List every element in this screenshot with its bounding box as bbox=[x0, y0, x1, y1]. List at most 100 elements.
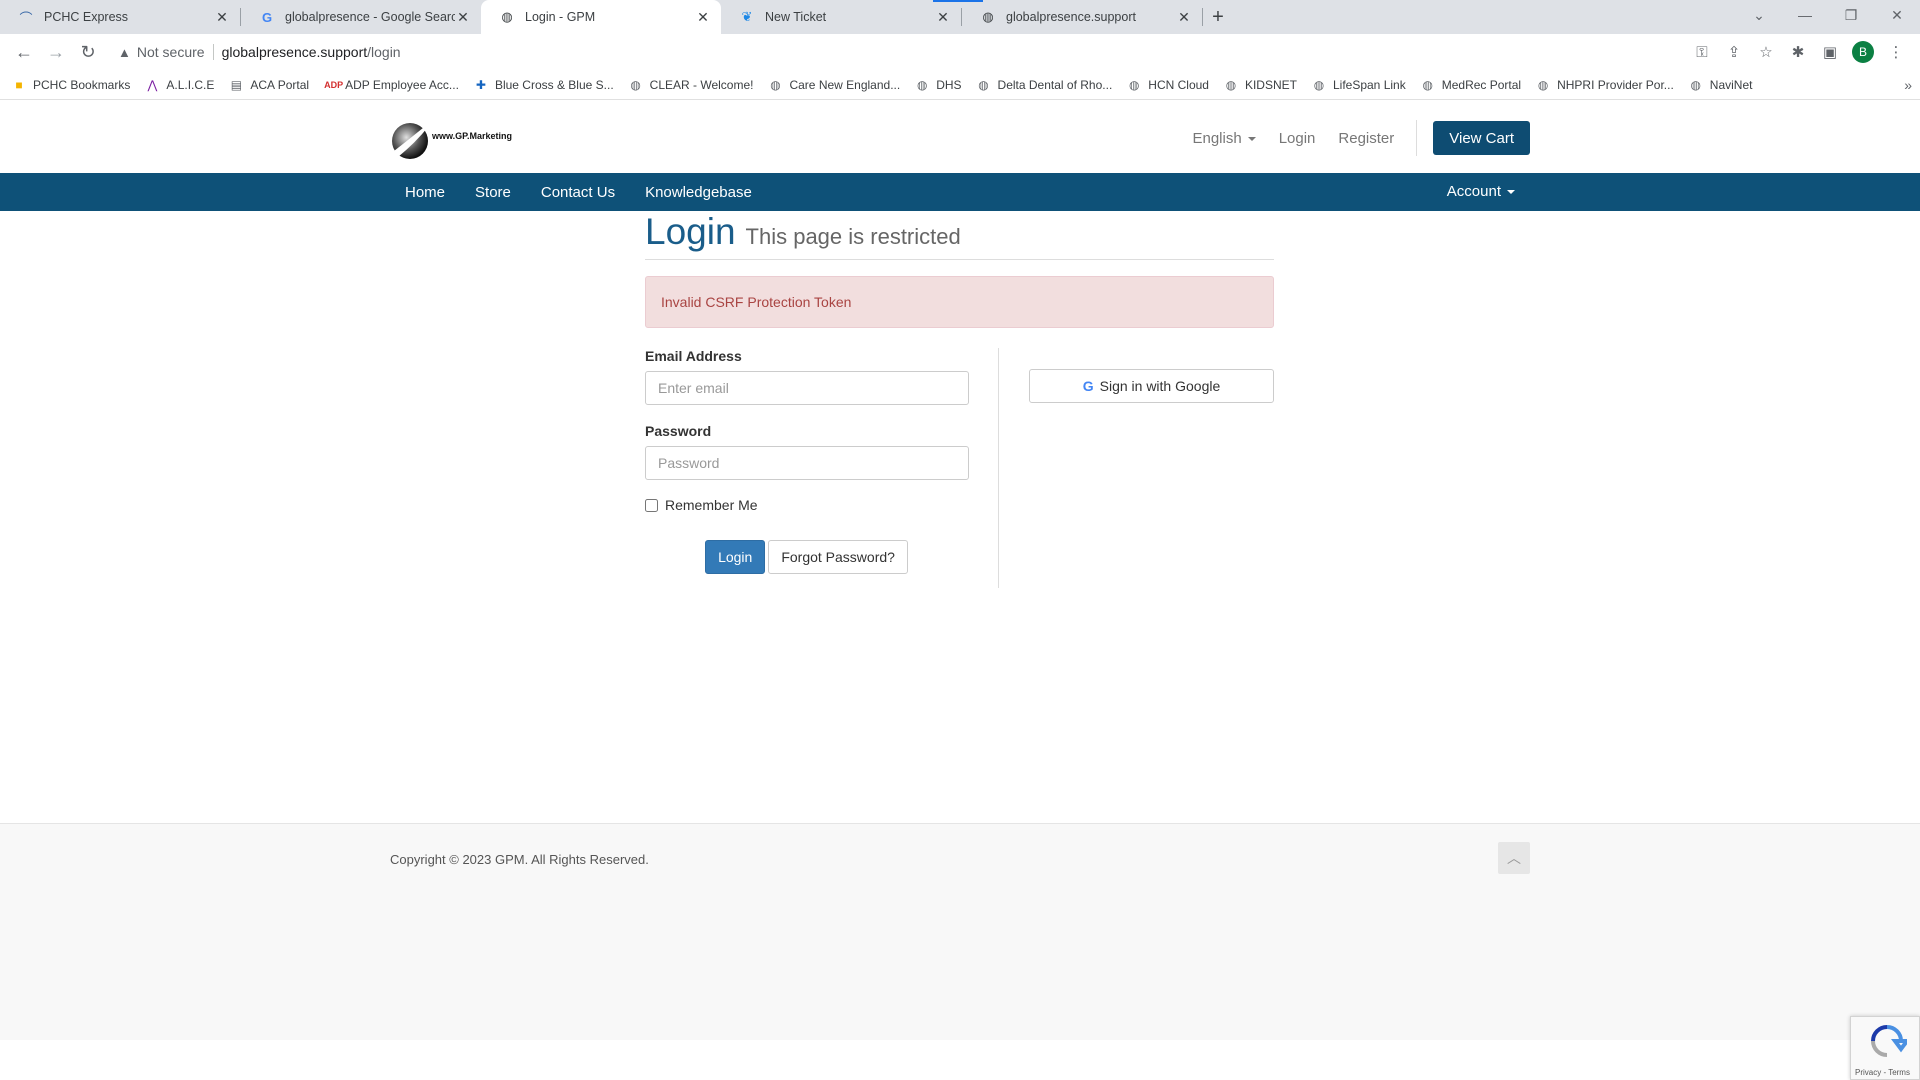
nav-knowledgebase[interactable]: Knowledgebase bbox=[645, 184, 752, 201]
share-icon[interactable]: ⇪ bbox=[1718, 36, 1750, 68]
pchc-icon: ⌒ bbox=[19, 10, 33, 26]
copyright-text: Copyright © 2023 GPM. All Rights Reserve… bbox=[390, 852, 649, 867]
bookmark-item[interactable]: ◍ HCN Cloud bbox=[1127, 78, 1209, 92]
bookmark-label: ACA Portal bbox=[250, 77, 310, 92]
bookmarks-overflow-icon[interactable]: » bbox=[1904, 77, 1912, 93]
bookmark-star-icon[interactable]: ☆ bbox=[1750, 36, 1782, 68]
bookmark-label: CLEAR - Welcome! bbox=[649, 77, 754, 92]
menu-kebab-icon[interactable]: ⋮ bbox=[1880, 36, 1912, 68]
url-host: globalpresence.support bbox=[221, 44, 368, 60]
browser-toolbar: ← → ↻ ▲ Not secure globalpresence.suppor… bbox=[0, 34, 1920, 70]
globe-icon: ◍ bbox=[501, 9, 513, 24]
close-icon[interactable]: ✕ bbox=[214, 9, 230, 25]
tab-title: Login - GPM bbox=[525, 10, 596, 24]
site-logo[interactable]: www.GP.Marketing bbox=[390, 117, 530, 161]
register-link[interactable]: Register bbox=[1338, 130, 1394, 147]
reload-icon[interactable]: ↻ bbox=[72, 36, 104, 68]
error-alert: Invalid CSRF Protection Token bbox=[645, 276, 1274, 328]
login-form-row: Email Address Password Remember Me Login… bbox=[645, 348, 1274, 588]
restore-icon[interactable]: ❐ bbox=[1828, 0, 1874, 30]
login-link[interactable]: Login bbox=[1279, 130, 1316, 147]
remember-me-checkbox[interactable] bbox=[645, 498, 658, 512]
nav-contact-us[interactable]: Contact Us bbox=[541, 184, 615, 201]
bookmark-label: A.L.I.C.E bbox=[166, 77, 215, 92]
page-icon: ▤ bbox=[230, 77, 243, 92]
page-title: Login bbox=[645, 211, 736, 252]
bookmark-item[interactable]: ◍ NHPRI Provider Por... bbox=[1536, 78, 1674, 92]
back-to-top-button[interactable]: ︿ bbox=[1498, 842, 1530, 874]
close-icon[interactable]: ✕ bbox=[935, 9, 951, 25]
view-cart-button[interactable]: View Cart bbox=[1433, 121, 1530, 155]
language-label: English bbox=[1192, 129, 1242, 147]
login-button[interactable]: Login bbox=[705, 540, 766, 574]
key-icon[interactable]: ⚿ bbox=[1686, 36, 1718, 68]
main-navigation: Home Store Contact Us Knowledgebase Acco… bbox=[0, 173, 1920, 211]
bookmark-item[interactable]: ⋀ A.L.I.C.E bbox=[145, 78, 214, 92]
language-dropdown[interactable]: English bbox=[1192, 129, 1256, 147]
profile-avatar[interactable]: B bbox=[1852, 41, 1874, 63]
alice-icon: ⋀ bbox=[147, 77, 158, 92]
bookmark-item[interactable]: ◍ Care New England... bbox=[768, 78, 900, 92]
caret-down-icon bbox=[1247, 136, 1256, 141]
globe-icon: ◍ bbox=[982, 9, 994, 24]
bookmark-item[interactable]: ◍ KIDSNET bbox=[1224, 78, 1297, 92]
extensions-icon[interactable]: ✱ bbox=[1782, 36, 1814, 68]
bookmark-label: Blue Cross & Blue S... bbox=[494, 77, 614, 92]
bookmark-label: ADP Employee Acc... bbox=[345, 77, 459, 92]
forgot-password-button[interactable]: Forgot Password? bbox=[768, 540, 908, 574]
bcbs-icon: ✚ bbox=[475, 77, 486, 92]
login-form: Email Address Password Remember Me Login… bbox=[645, 348, 999, 588]
password-field[interactable] bbox=[645, 446, 969, 480]
account-label: Account bbox=[1446, 183, 1501, 200]
tab-pchc-express[interactable]: ⌒ PCHC Express ✕ bbox=[0, 0, 240, 34]
tab-google-search[interactable]: G globalpresence - Google Search ✕ bbox=[241, 0, 481, 34]
bookmark-item[interactable]: ✚ Blue Cross & Blue S... bbox=[474, 78, 614, 92]
bookmark-item[interactable]: ADP ADP Employee Acc... bbox=[324, 78, 459, 92]
page-heading: Login This page is restricted bbox=[645, 211, 1274, 260]
bookmark-item[interactable]: ◍ MedRec Portal bbox=[1421, 78, 1521, 92]
close-icon[interactable]: ✕ bbox=[695, 9, 711, 25]
bookmark-item[interactable]: ◍ DHS bbox=[915, 77, 962, 92]
tab-search-icon[interactable]: ⌄ bbox=[1736, 0, 1782, 30]
tab-globalpresence-support[interactable]: ◍ globalpresence.support ✕ bbox=[962, 0, 1202, 34]
globe-icon: ◍ bbox=[1225, 77, 1237, 92]
bookmark-label: DHS bbox=[936, 77, 962, 92]
new-tab-button[interactable]: + bbox=[1203, 0, 1233, 34]
bookmark-item[interactable]: ◍ LifeSpan Link bbox=[1312, 78, 1406, 92]
address-bar[interactable]: ▲ Not secure globalpresence.support /log… bbox=[110, 37, 1676, 67]
bookmark-item[interactable]: ■ PCHC Bookmarks bbox=[12, 78, 130, 92]
google-sign-in-button[interactable]: G Sign in with Google bbox=[1029, 369, 1274, 403]
caret-down-icon bbox=[1507, 189, 1515, 194]
close-icon[interactable]: ✕ bbox=[1176, 9, 1192, 25]
recaptcha-links[interactable]: Privacy - Terms bbox=[1855, 1068, 1910, 1077]
tab-title: globalpresence - Google Search bbox=[285, 10, 455, 24]
forward-arrow-icon[interactable]: → bbox=[40, 36, 72, 68]
minimize-icon[interactable]: — bbox=[1782, 0, 1828, 30]
bookmark-item[interactable]: ◍ NaviNet bbox=[1689, 78, 1753, 92]
adp-icon: ADP bbox=[324, 79, 344, 90]
nav-store[interactable]: Store bbox=[475, 184, 511, 201]
side-panel-icon[interactable]: ▣ bbox=[1814, 36, 1846, 68]
close-window-icon[interactable]: ✕ bbox=[1874, 0, 1920, 30]
bookmark-item[interactable]: ◍ Delta Dental of Rho... bbox=[977, 78, 1112, 92]
swoosh-logo-icon bbox=[392, 119, 434, 159]
email-field[interactable] bbox=[645, 371, 969, 405]
tab-new-ticket[interactable]: ❦ New Ticket ✕ bbox=[721, 0, 961, 34]
bookmark-item[interactable]: ▤ ACA Portal bbox=[229, 78, 309, 92]
form-buttons: Login Forgot Password? bbox=[645, 540, 968, 574]
close-icon[interactable]: ✕ bbox=[455, 9, 471, 25]
back-arrow-icon[interactable]: ← bbox=[8, 36, 40, 68]
nav-home[interactable]: Home bbox=[405, 184, 445, 201]
nav-links: Home Store Contact Us Knowledgebase bbox=[405, 184, 782, 201]
globe-icon: ◍ bbox=[1313, 77, 1325, 92]
login-content: Login This page is restricted Invalid CS… bbox=[645, 211, 1274, 588]
bookmark-item[interactable]: ◍ CLEAR - Welcome! bbox=[629, 77, 754, 92]
warning-icon[interactable]: ▲ bbox=[118, 45, 131, 60]
logo-text: www.GP.Marketing bbox=[432, 131, 513, 141]
remember-me-label: Remember Me bbox=[665, 497, 758, 513]
tab-login-gpm[interactable]: ◍ Login - GPM ✕ bbox=[481, 0, 721, 34]
recaptcha-badge[interactable]: Privacy - Terms bbox=[1850, 1016, 1920, 1080]
site-header: www.GP.Marketing English Login Register … bbox=[0, 101, 1920, 173]
google-icon: G bbox=[261, 9, 273, 25]
account-dropdown[interactable]: Account bbox=[1447, 183, 1515, 201]
